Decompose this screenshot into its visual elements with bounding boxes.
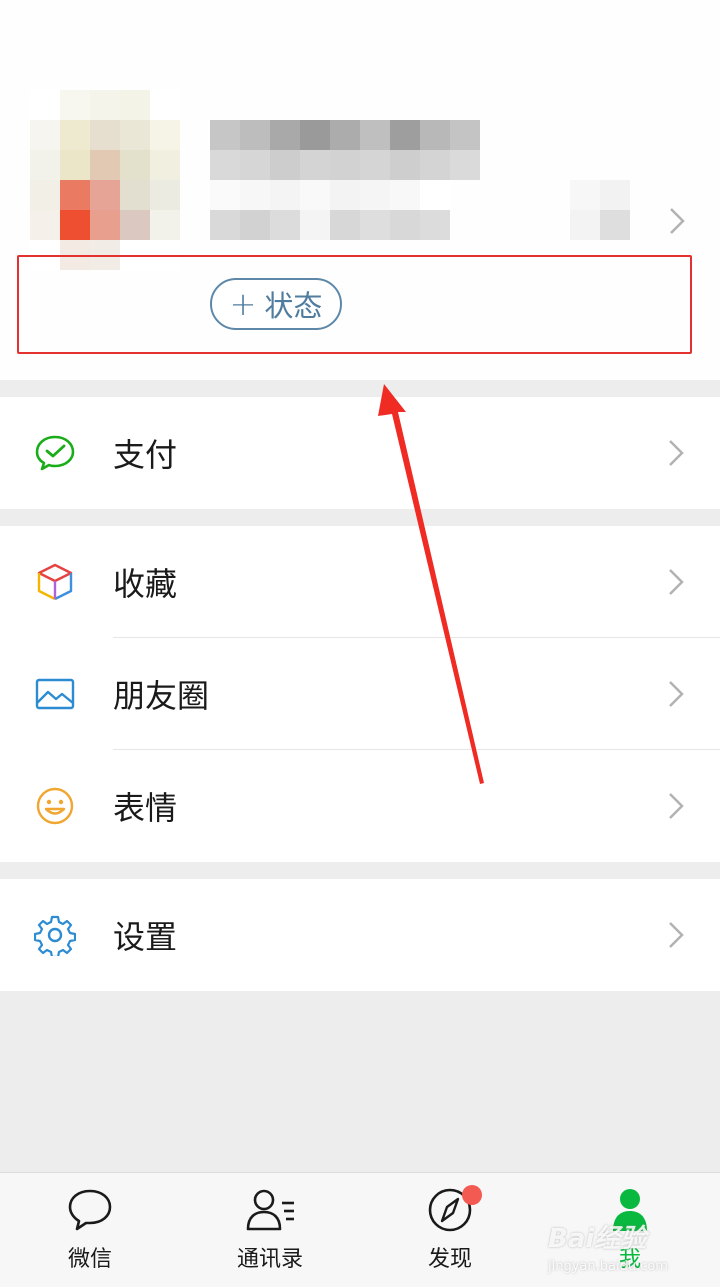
- watermark-url: jingyan.baidu.com: [548, 1259, 668, 1274]
- tab-label: 微信: [67, 1247, 112, 1272]
- menu-group-pay: 支付: [0, 397, 720, 509]
- notification-badge: [462, 1185, 482, 1205]
- add-status-button[interactable]: + 状态: [210, 278, 342, 330]
- menu-item-favorites[interactable]: 收藏: [0, 526, 720, 638]
- wechat-pay-icon: [35, 435, 75, 471]
- tab-contacts[interactable]: 通讯录: [210, 1185, 330, 1280]
- smiley-icon: [36, 787, 74, 825]
- watermark-brand: Bai经验: [548, 1224, 647, 1254]
- menu-item-settings[interactable]: 设置: [0, 879, 720, 991]
- plus-icon: +: [229, 285, 257, 323]
- tab-label: 通讯录: [236, 1247, 303, 1272]
- menu-group-settings: 设置: [0, 879, 720, 991]
- profile-header[interactable]: + 状态: [0, 0, 720, 380]
- favorites-cube-icon: [37, 563, 73, 601]
- nickname-blurred: [210, 120, 480, 180]
- menu-item-pay[interactable]: 支付: [0, 397, 720, 509]
- menu-item-label: 收藏: [113, 565, 178, 603]
- wechat-id-blurred: [210, 180, 450, 240]
- chevron-right-icon: [670, 208, 685, 234]
- chevron-right-icon: [669, 793, 684, 819]
- gear-icon: [34, 915, 76, 956]
- menu-item-stickers[interactable]: 表情: [0, 750, 720, 862]
- menu-group-content: 收藏 朋友圈 表情: [0, 526, 720, 862]
- chevron-right-icon: [669, 569, 684, 595]
- chevron-right-icon: [669, 922, 684, 948]
- menu-item-label: 朋友圈: [113, 677, 210, 715]
- menu-item-label: 表情: [113, 789, 178, 827]
- status-button-label: 状态: [264, 289, 323, 323]
- menu-item-label: 支付: [113, 436, 178, 474]
- menu-item-label: 设置: [113, 918, 178, 956]
- chevron-right-icon: [669, 440, 684, 466]
- album-icon: [35, 678, 75, 710]
- tab-chats[interactable]: 微信: [30, 1185, 150, 1280]
- chevron-right-icon: [669, 681, 684, 707]
- tab-discover[interactable]: 发现: [390, 1185, 510, 1280]
- contacts-icon: [246, 1189, 294, 1231]
- chat-bubble-icon: [68, 1189, 112, 1231]
- menu-item-moments[interactable]: 朋友圈: [0, 638, 720, 750]
- tab-label: 发现: [427, 1247, 472, 1272]
- status-highlight-box: [17, 255, 692, 354]
- watermark-logo: Bai经验 jingyan.baidu.com: [548, 1218, 668, 1274]
- avatar[interactable]: [30, 90, 180, 270]
- qr-code-icon[interactable]: [570, 180, 630, 240]
